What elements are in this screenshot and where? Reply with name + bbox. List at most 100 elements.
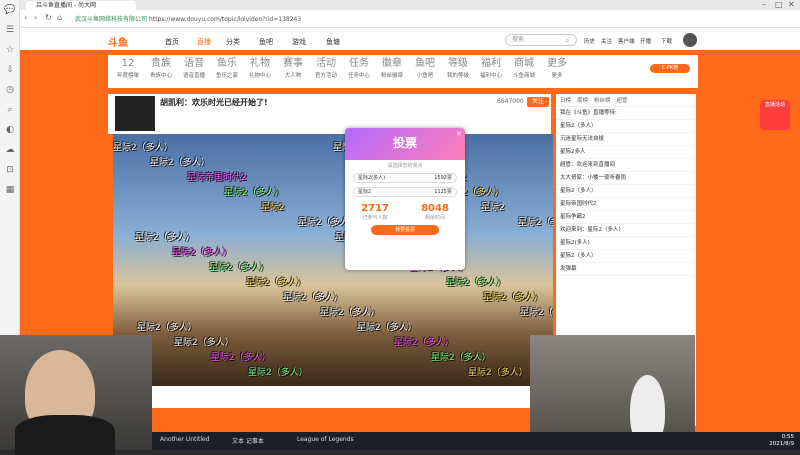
category-item[interactable]: 贵族 贵族中心 — [146, 57, 176, 79]
header-history[interactable]: 历史 — [584, 37, 595, 45]
category-item[interactable]: 12 年度榜单 — [113, 57, 143, 79]
danmaku-comment: 星际2（多人） — [135, 233, 195, 243]
nav-home[interactable]: 首页 — [165, 37, 179, 47]
tab-fans[interactable]: 粉丝榜 — [594, 96, 611, 104]
maximize-icon[interactable]: □ — [775, 0, 783, 9]
vote-option-count: 1592票 — [434, 175, 452, 181]
category-item[interactable]: 赛事 大人物 — [278, 57, 308, 79]
vote-total: 2717 — [361, 203, 389, 214]
cart-icon[interactable]: ⊡ — [0, 160, 20, 180]
forward-icon[interactable]: › — [34, 13, 37, 22]
category-icon: 赛事 — [283, 58, 303, 69]
danmaku-comment: 星际2（多人） — [172, 248, 232, 258]
video-player[interactable]: 星际2（多人）星际2（多人）星际2（多人）星际2（多人）星际帝国时代2星际帝国时… — [113, 134, 553, 386]
download-icon[interactable]: ⇩ — [0, 60, 20, 80]
tab-weekly[interactable]: 周榜 — [577, 96, 588, 104]
vote-total-label: 已参与人数 — [362, 215, 388, 221]
category-item[interactable]: 礼物 礼物中心 — [245, 57, 275, 79]
category-item[interactable]: 商城 斗鱼商城 — [509, 57, 539, 79]
taskbar-item[interactable]: Another Untitled — [160, 436, 210, 443]
category-icon: 徽章 — [382, 58, 402, 69]
apps-icon[interactable]: ▦ — [0, 180, 20, 200]
follow-button[interactable]: 关注 — [527, 97, 549, 107]
category-label: 斗鱼商城 — [512, 73, 535, 79]
nav-pond[interactable]: 鱼塘 — [326, 37, 340, 47]
danmaku-comment: 星际2（多人） — [224, 188, 284, 198]
taskbar-item[interactable]: League of Legends — [297, 436, 354, 443]
search-icon[interactable]: ⌕ — [565, 36, 569, 46]
game-icon[interactable]: ◐ — [0, 120, 20, 140]
vote-option-count: 1125票 — [434, 189, 452, 195]
vote-button[interactable]: 我要投票 — [371, 225, 439, 235]
category-item[interactable]: 福利 福利中心 — [476, 57, 506, 79]
nav-game[interactable]: 游戏 — [292, 37, 306, 47]
chat-message: 星际2多人 — [556, 146, 696, 159]
vote-close-icon[interactable]: ✕ — [456, 130, 462, 138]
danmaku-comment: 星际2（多人） — [431, 353, 491, 363]
chat-message: 发弹幕 — [556, 263, 696, 276]
chat-message: 超管：欢迎来到直播间 — [556, 159, 696, 172]
vote-remain: 8048 — [421, 203, 449, 214]
category-icon: 商城 — [514, 58, 534, 69]
home-icon[interactable]: ⌂ — [57, 13, 62, 22]
danmaku-comment: 星际2（多人） — [520, 308, 553, 318]
category-label: 语音直播 — [182, 73, 205, 79]
chat-message: 星际争霸2 — [556, 211, 696, 224]
taskbar-item[interactable]: 文本 记事本 — [232, 436, 264, 445]
header-broadcast[interactable]: 开播 — [640, 37, 651, 45]
category-icon: 礼物 — [250, 58, 270, 69]
danmaku-comment: 星际2（多人） — [468, 368, 528, 378]
nav-fishbar[interactable]: 鱼吧 — [259, 37, 273, 47]
category-item[interactable]: 徽章 粉丝徽章 — [377, 57, 407, 79]
chat-message: 沉迷星际无法自拔 — [556, 133, 696, 146]
chat-message: 我在《斗鱼》直播等待: — [556, 107, 696, 120]
url-text: https://www.douyu.com/topic/lolvideo?rid… — [148, 16, 302, 23]
category-label: 官方活动 — [314, 73, 337, 79]
browser-tab[interactable]: 吕斗鱼直播间 - 尚大网 — [26, 1, 136, 10]
taskbar: Another Untitled 文本 记事本 League of Legend… — [152, 432, 800, 450]
header-follow[interactable]: 关注 — [601, 37, 612, 45]
category-icon: 鱼乐 — [217, 58, 237, 69]
star-icon[interactable]: ☆ — [0, 40, 20, 60]
category-item[interactable]: 等级 我的等级 — [443, 57, 473, 79]
nav-live[interactable]: 直播 — [197, 37, 211, 47]
vote-popup: 投票 请选择您的观点 星际2(多人) 1592票 星际2 1125票 2717 已参与… — [345, 128, 465, 270]
category-item[interactable]: 语音 语音直播 — [179, 57, 209, 79]
back-icon[interactable]: ‹ — [24, 13, 27, 22]
vote-option[interactable]: 星际2(多人) 1592票 — [353, 173, 457, 183]
close-icon[interactable]: ✕ — [788, 0, 795, 9]
cloud-icon[interactable]: ☁ — [0, 140, 20, 160]
url-field[interactable]: 武汉斗鱼网络科技有限公司 https://www.douyu.com/topic… — [75, 14, 455, 25]
menu-icon[interactable]: ☰ — [0, 20, 20, 40]
category-item[interactable]: 更多 更多 — [542, 57, 572, 79]
follower-count: 6647000 — [497, 98, 524, 105]
search-icon[interactable]: ⌕ — [0, 100, 20, 120]
tab-daily[interactable]: 日榜 — [560, 96, 571, 104]
promo-badge[interactable]: 直播活动 — [760, 100, 790, 130]
danmaku-comment: 星际帝国时代2 — [187, 173, 247, 183]
category-item[interactable]: 鱼吧 小鱼吧 — [410, 57, 440, 79]
url-domain: 武汉斗鱼网络科技有限公司 — [75, 16, 148, 23]
header-client[interactable]: 客户端 — [618, 37, 635, 45]
category-item[interactable]: 任务 任务中心 — [344, 57, 374, 79]
minimize-icon[interactable]: – — [762, 0, 766, 9]
category-item[interactable]: 鱼乐 鱼乐之家 — [212, 57, 242, 79]
history-icon[interactable]: ◷ — [0, 80, 20, 100]
nav-category[interactable]: 分类 — [226, 37, 240, 47]
chat-icon[interactable]: 💬 — [0, 0, 20, 20]
tab-admin[interactable]: 超管 — [617, 96, 628, 104]
category-label: 贵族中心 — [149, 73, 172, 79]
avatar[interactable] — [683, 33, 697, 47]
streamer-body — [15, 415, 115, 455]
danmaku-comment: 星际2（多人） — [357, 323, 417, 333]
danmaku-comment: 星际2（多人） — [320, 308, 380, 318]
promo-pill[interactable]: C·PK榜 — [650, 64, 690, 73]
vote-option[interactable]: 星际2 1125票 — [353, 187, 457, 197]
streamer-avatar[interactable] — [115, 96, 155, 131]
category-icon: 等级 — [448, 58, 468, 69]
category-icon: 活动 — [316, 58, 336, 69]
site-logo[interactable]: 斗鱼 — [108, 34, 148, 49]
header-download[interactable]: 下载 — [661, 37, 672, 45]
refresh-icon[interactable]: ↻ — [45, 13, 52, 22]
category-item[interactable]: 活动 官方活动 — [311, 57, 341, 79]
